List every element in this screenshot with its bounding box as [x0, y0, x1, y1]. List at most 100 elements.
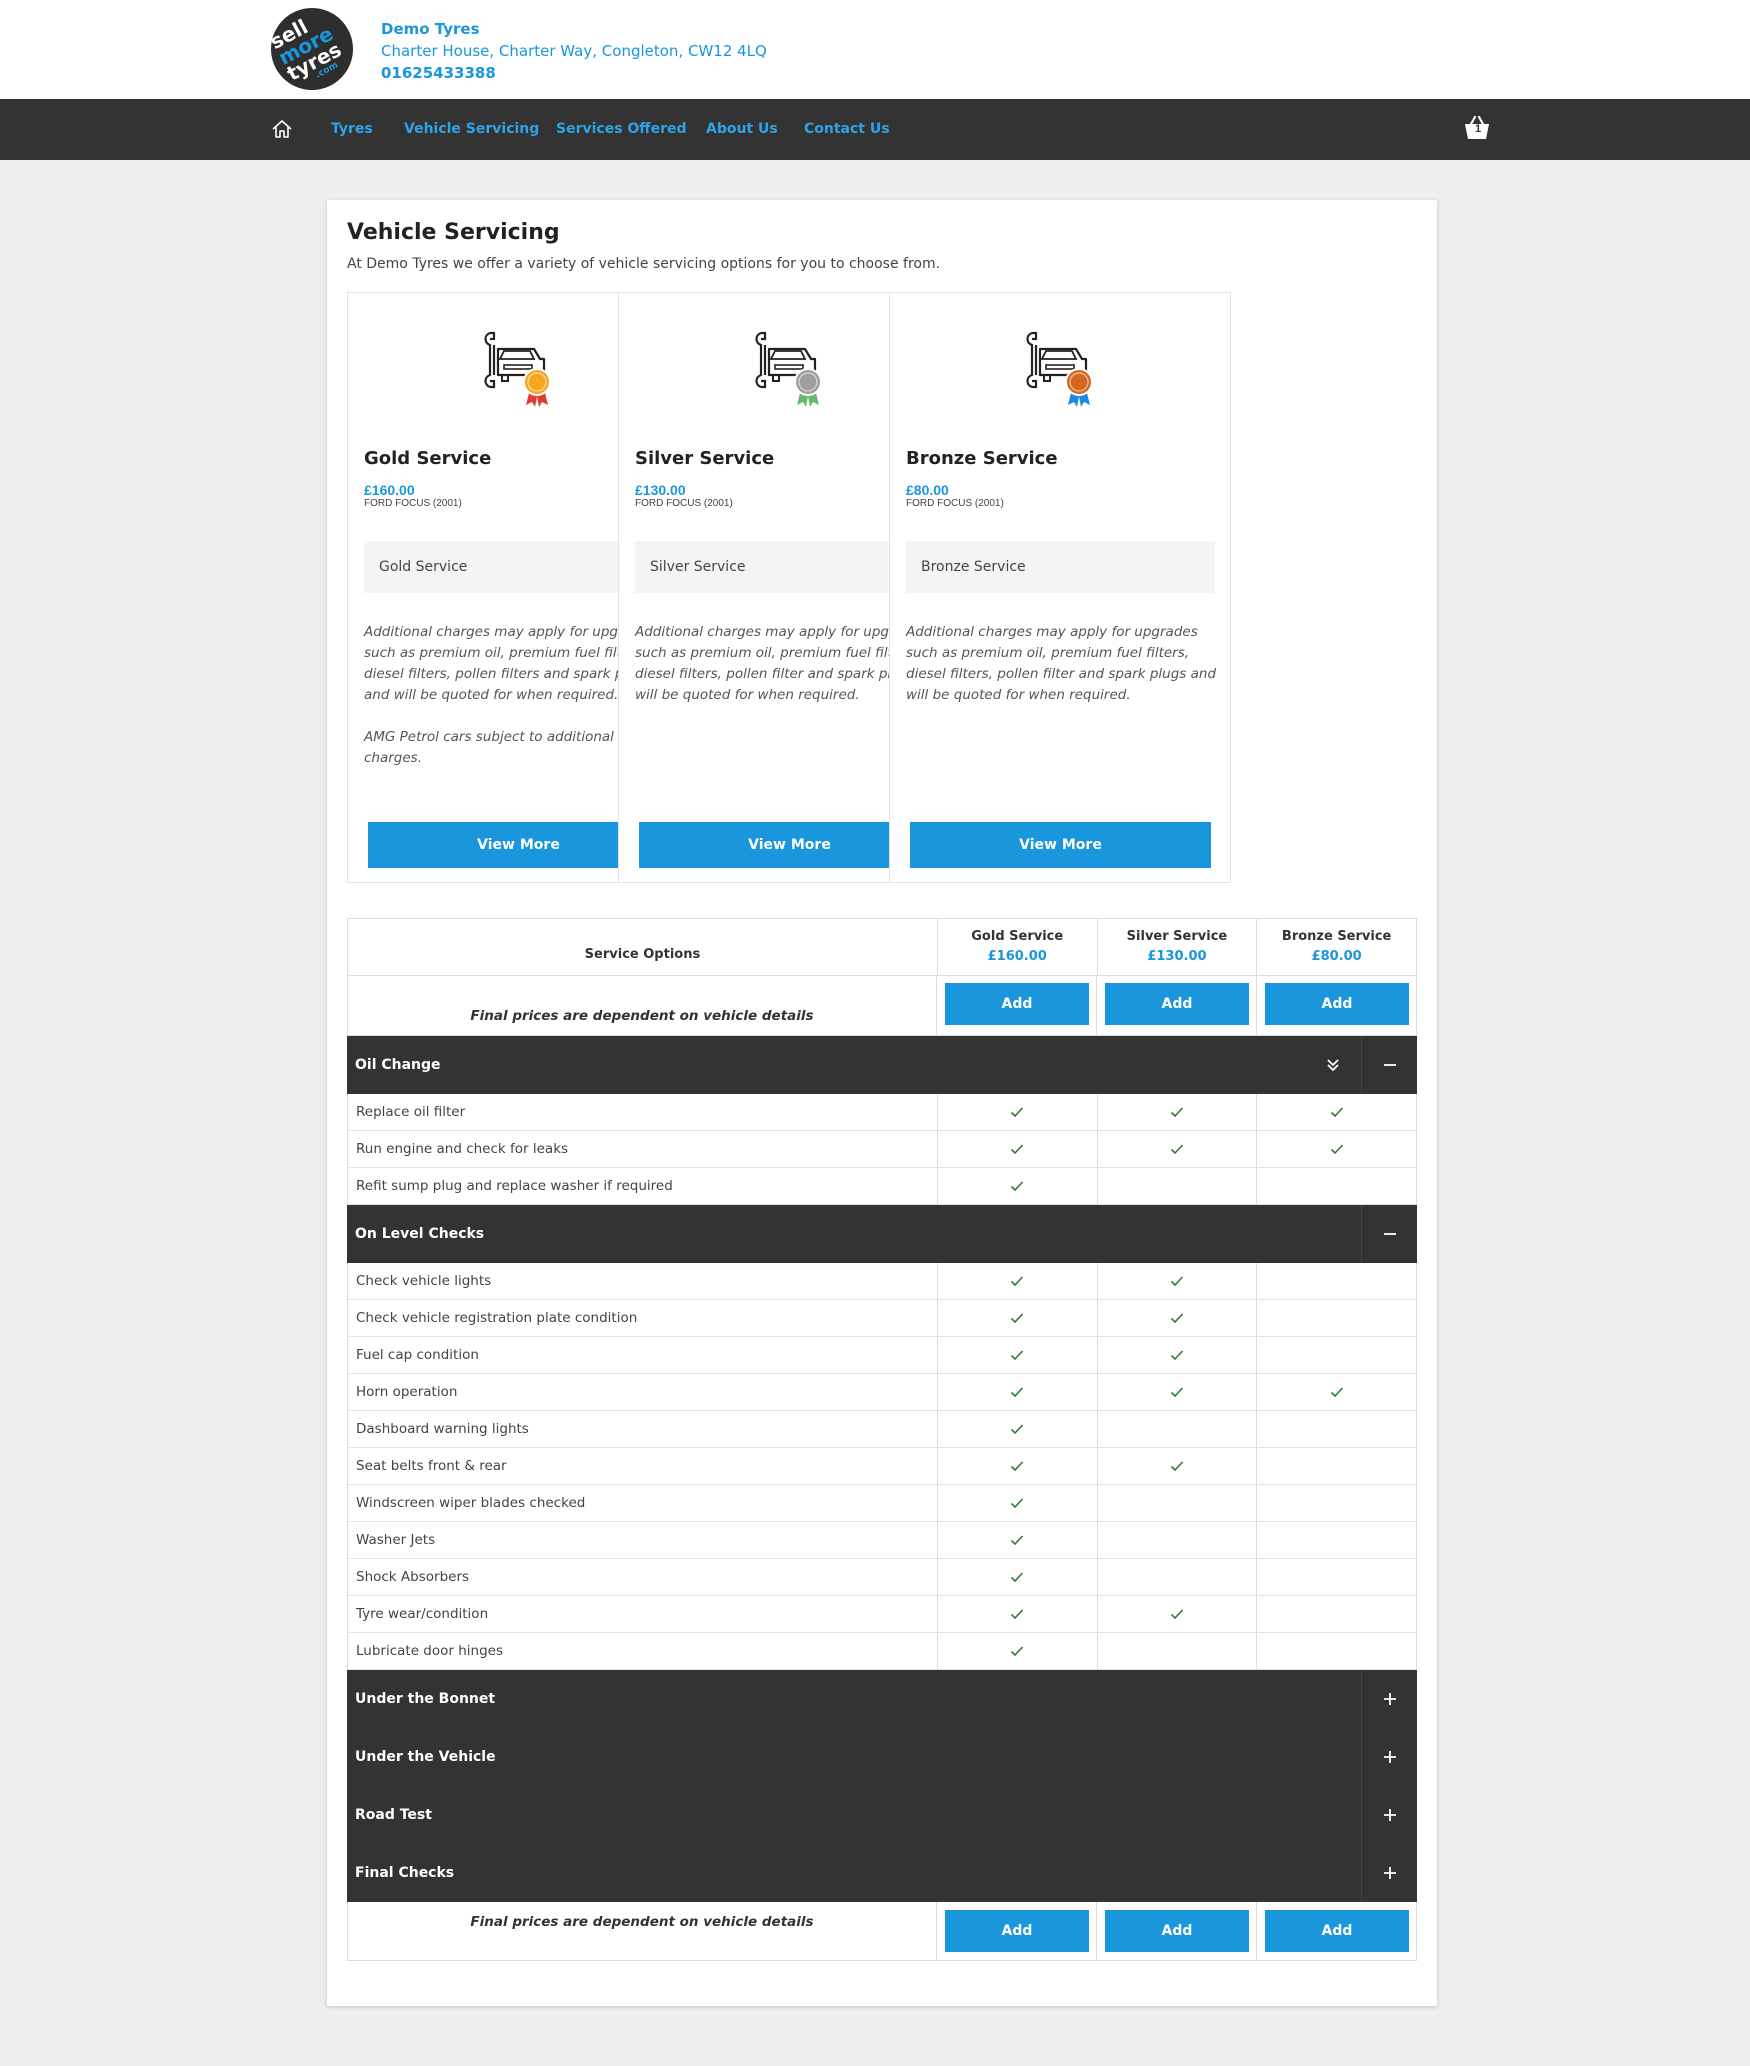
tier-cell [1256, 1263, 1416, 1299]
tier-cell [1256, 1337, 1416, 1373]
double-chevron-down-icon[interactable] [1305, 1036, 1361, 1094]
plus-icon[interactable] [1361, 1728, 1417, 1786]
tier-cell [936, 1485, 1097, 1521]
nav-about-us[interactable]: About Us [706, 119, 778, 139]
card-price: £80.00 [906, 482, 949, 498]
section-header[interactable]: Under the Bonnet [347, 1670, 1417, 1728]
car-service-medal-icon [484, 331, 551, 407]
add-silver-button[interactable]: Add [1105, 1910, 1249, 1952]
section-title: Final Checks [355, 1865, 455, 1881]
table-row: Dashboard warning lights [347, 1411, 1417, 1448]
check-icon [1330, 1144, 1343, 1155]
view-more-button[interactable]: View More [910, 822, 1211, 868]
tier-cell [936, 1596, 1097, 1632]
logo[interactable]: sell more tyres .com [271, 8, 353, 90]
card-title: Silver Service [635, 448, 775, 469]
main-nav: Tyres Vehicle Servicing Services Offered… [0, 99, 1750, 160]
tier-cell [1256, 1448, 1416, 1484]
service-item-label: Run engine and check for leaks [356, 1141, 569, 1157]
plus-icon[interactable] [1361, 1844, 1417, 1902]
company-name[interactable]: Demo Tyres [381, 18, 767, 40]
check-icon [1011, 1609, 1024, 1620]
tier-cell [936, 1448, 1097, 1484]
tier-price: £80.00 [1311, 949, 1362, 964]
check-icon [1170, 1609, 1184, 1620]
section-header[interactable]: Under the Vehicle [347, 1728, 1417, 1786]
logo-text: sell more tyres .com [271, 8, 349, 90]
service-item-label: Replace oil filter [356, 1104, 466, 1120]
tier-cell [1096, 1300, 1257, 1336]
tier-cell [1256, 1300, 1416, 1336]
add-gold-button[interactable]: Add [945, 983, 1089, 1025]
tier-cell [936, 1131, 1097, 1167]
check-icon [1170, 1107, 1184, 1118]
tier-cell [1096, 1633, 1257, 1669]
nav-tyres[interactable]: Tyres [331, 119, 373, 139]
service-select[interactable]: Bronze Service [906, 541, 1215, 593]
tier-cell [1096, 1559, 1257, 1595]
table-row: Replace oil filter [347, 1094, 1417, 1131]
nav-vehicle-servicing[interactable]: Vehicle Servicing [404, 119, 539, 139]
tier-cell [936, 1263, 1097, 1299]
table-row: Run engine and check for leaks [347, 1131, 1417, 1168]
nav-contact-us[interactable]: Contact Us [804, 119, 890, 139]
card-description-text: Additional charges may apply for upgrade… [906, 624, 1217, 703]
tier-cell [1096, 1168, 1257, 1204]
check-icon [1011, 1646, 1024, 1657]
tier-cell [1256, 1559, 1416, 1595]
service-item-label: Shock Absorbers [356, 1569, 470, 1585]
section-header[interactable]: Final Checks [347, 1844, 1417, 1902]
section-header[interactable]: On Level Checks [347, 1205, 1417, 1263]
price-note: Final prices are dependent on vehicle de… [470, 1914, 814, 1930]
tier-cell [1096, 1337, 1257, 1373]
add-cell-silver: Add [1096, 976, 1256, 1035]
tier-cell [1256, 1168, 1416, 1204]
nav-services-offered[interactable]: Services Offered [556, 119, 687, 139]
tier-cell [1096, 1094, 1257, 1130]
service-item-label: Washer Jets [356, 1532, 436, 1548]
service-item-label: Fuel cap condition [356, 1347, 479, 1363]
check-icon [1011, 1461, 1024, 1472]
minus-icon[interactable] [1361, 1036, 1417, 1094]
card-title: Bronze Service [906, 448, 1058, 469]
table-header-row: Service Options Gold Service £160.00 Sil… [347, 918, 1417, 976]
home-icon[interactable] [271, 118, 293, 140]
tier-cell [936, 1337, 1097, 1373]
table-row: Windscreen wiper blades checked [347, 1485, 1417, 1522]
add-cell-gold: Add [936, 976, 1096, 1035]
card-price: £130.00 [635, 482, 686, 498]
check-icon [1011, 1181, 1024, 1192]
page-title: Vehicle Servicing [347, 220, 560, 245]
company-info: Demo Tyres Charter House, Charter Way, C… [381, 18, 767, 84]
table-row: Check vehicle registration plate conditi… [347, 1300, 1417, 1337]
company-phone[interactable]: 01625433388 [381, 62, 767, 84]
table-row: Check vehicle lights [347, 1263, 1417, 1300]
table-row: Fuel cap condition [347, 1337, 1417, 1374]
add-bronze-button[interactable]: Add [1265, 1910, 1409, 1952]
tier-cell [1096, 1448, 1257, 1484]
section-header[interactable]: Road Test [347, 1786, 1417, 1844]
service-item-label: Check vehicle lights [356, 1273, 492, 1289]
plus-icon[interactable] [1361, 1786, 1417, 1844]
add-silver-button[interactable]: Add [1105, 983, 1249, 1025]
add-bronze-button[interactable]: Add [1265, 983, 1409, 1025]
add-cell-silver: Add [1096, 1902, 1256, 1960]
card-vehicle: FORD FOCUS (2001) [635, 498, 733, 509]
company-address: Charter House, Charter Way, Congleton, C… [381, 42, 767, 60]
table-row: Horn operation [347, 1374, 1417, 1411]
section-header[interactable]: Oil Change [347, 1036, 1417, 1094]
plus-icon[interactable] [1361, 1670, 1417, 1728]
tier-name: Gold Service [971, 929, 1064, 944]
add-row-bottom: Final prices are dependent on vehicle de… [347, 1902, 1417, 1961]
add-cell-gold: Add [936, 1902, 1096, 1960]
service-item-label: Tyre wear/condition [356, 1606, 489, 1622]
card-vehicle: FORD FOCUS (2001) [364, 498, 462, 509]
service-item-label: Windscreen wiper blades checked [356, 1495, 586, 1511]
table-row: Washer Jets [347, 1522, 1417, 1559]
price-note: Final prices are dependent on vehicle de… [470, 1008, 814, 1024]
minus-icon[interactable] [1361, 1205, 1417, 1263]
tier-header-gold: Gold Service £160.00 [936, 919, 1097, 975]
table-row: Lubricate door hinges [347, 1633, 1417, 1670]
add-gold-button[interactable]: Add [945, 1910, 1089, 1952]
service-item-label: Refit sump plug and replace washer if re… [356, 1178, 673, 1194]
